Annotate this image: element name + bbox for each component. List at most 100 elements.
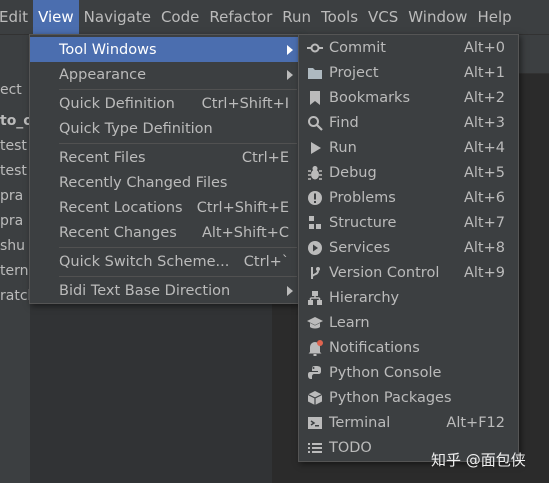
tool-window-hierarchy[interactable]: Hierarchy — [299, 285, 518, 310]
submenu-arrow-icon — [287, 285, 293, 296]
bookmark-icon — [307, 90, 323, 106]
sidebar-line[interactable]: test — [0, 138, 30, 154]
sidebar-line[interactable]: shu — [0, 238, 30, 254]
menu-item-label: Structure — [329, 214, 397, 231]
tool-window-learn[interactable]: Learn — [299, 310, 518, 335]
branch-icon — [307, 265, 323, 281]
hierarchy-icon — [307, 290, 323, 306]
submenu-arrow-icon — [287, 69, 293, 80]
packages-icon — [307, 390, 323, 406]
menu-item-label: Python Console — [329, 364, 442, 381]
sidebar-line[interactable]: ratch — [0, 288, 30, 304]
menu-item-shortcut: Alt+5 — [463, 164, 505, 181]
tool-window-problems[interactable]: Problems Alt+6 — [299, 185, 518, 210]
menu-vcs[interactable]: VCS — [363, 0, 403, 34]
search-icon — [307, 115, 323, 131]
menu-item-recent-locations[interactable]: Recent Locations Ctrl+Shift+E — [30, 195, 298, 220]
submenu-arrow-icon — [287, 44, 293, 55]
menu-item-shortcut: Ctrl+Shift+E — [196, 199, 289, 216]
tool-window-structure[interactable]: Structure Alt+7 — [299, 210, 518, 235]
view-menu-popup: Tool Windows Appearance Quick Definition… — [29, 34, 299, 304]
menu-item-label: Terminal — [329, 414, 391, 431]
menu-item-shortcut: Ctrl+Shift+I — [201, 95, 289, 112]
menu-item-recently-changed-files[interactable]: Recently Changed Files — [30, 170, 298, 195]
menu-separator — [59, 276, 297, 277]
menu-item-label: Debug — [329, 164, 377, 181]
menu-item-bidi-text-base-direction[interactable]: Bidi Text Base Direction — [30, 278, 298, 303]
menu-item-shortcut: Alt+4 — [463, 139, 505, 156]
tool-window-terminal[interactable]: Terminal Alt+F12 — [299, 410, 518, 435]
menu-item-quick-definition[interactable]: Quick Definition Ctrl+Shift+I — [30, 91, 298, 116]
menu-item-shortcut: Alt+7 — [463, 214, 505, 231]
menu-item-shortcut: Alt+F12 — [446, 414, 505, 431]
sidebar-line[interactable]: pra — [0, 213, 30, 229]
menu-window[interactable]: Window — [403, 0, 472, 34]
tool-window-bookmarks[interactable]: Bookmarks Alt+2 — [299, 85, 518, 110]
menu-item-shortcut: Alt+Shift+C — [201, 224, 289, 241]
menu-item-label: Tool Windows — [59, 41, 157, 58]
menu-item-label: Services — [329, 239, 391, 256]
menu-refactor[interactable]: Refactor — [204, 0, 277, 34]
tool-window-run[interactable]: Run Alt+4 — [299, 135, 518, 160]
menu-tools[interactable]: Tools — [316, 0, 363, 34]
menu-help[interactable]: Help — [472, 0, 516, 34]
menu-item-tool-windows[interactable]: Tool Windows — [30, 37, 298, 62]
menu-item-label: Notifications — [329, 339, 420, 356]
menu-code[interactable]: Code — [156, 0, 204, 34]
play-icon — [307, 140, 323, 156]
menu-item-appearance[interactable]: Appearance — [30, 62, 298, 87]
commit-icon — [307, 40, 323, 56]
tool-window-commit[interactable]: Commit Alt+0 — [299, 35, 518, 60]
tool-window-services[interactable]: Services Alt+8 — [299, 235, 518, 260]
menu-item-label: Run — [329, 139, 357, 156]
tool-window-version-control[interactable]: Version Control Alt+9 — [299, 260, 518, 285]
menu-item-shortcut: Alt+8 — [463, 239, 505, 256]
menu-run[interactable]: Run — [277, 0, 316, 34]
tool-windows-submenu: Commit Alt+0 Project Alt+1 Bookmarks Alt… — [298, 34, 519, 462]
menu-item-label: Quick Switch Scheme... — [59, 253, 230, 270]
bell-icon — [307, 340, 323, 356]
tool-window-debug[interactable]: Debug Alt+5 — [299, 160, 518, 185]
services-icon — [307, 240, 323, 256]
tool-window-python-console[interactable]: Python Console — [299, 360, 518, 385]
menu-item-label: Hierarchy — [329, 289, 400, 306]
sidebar-line[interactable]: ect — [0, 82, 30, 98]
menu-item-label: Problems — [329, 189, 396, 206]
menu-item-label: Version Control — [329, 264, 440, 281]
menu-item-recent-files[interactable]: Recent Files Ctrl+E — [30, 145, 298, 170]
list-icon — [307, 440, 323, 456]
menu-item-label: Bookmarks — [329, 89, 411, 106]
tool-window-find[interactable]: Find Alt+3 — [299, 110, 518, 135]
tool-window-notifications[interactable]: Notifications — [299, 335, 518, 360]
menu-item-quick-switch-scheme[interactable]: Quick Switch Scheme... Ctrl+` — [30, 249, 298, 274]
menu-item-label: Recent Changes — [59, 224, 177, 241]
menu-separator — [59, 143, 297, 144]
menu-item-label: Python Packages — [329, 389, 452, 406]
menu-item-recent-changes[interactable]: Recent Changes Alt+Shift+C — [30, 220, 298, 245]
sidebar-line[interactable]: test — [0, 163, 30, 179]
menu-item-label: Bidi Text Base Direction — [59, 282, 231, 299]
menu-navigate[interactable]: Navigate — [79, 0, 156, 34]
menu-item-shortcut: Ctrl+` — [243, 253, 289, 270]
sidebar-line[interactable]: to_o — [0, 113, 30, 129]
menu-item-shortcut: Alt+0 — [463, 39, 505, 56]
sidebar-line[interactable]: pra — [0, 188, 30, 204]
menu-item-label: Find — [329, 114, 359, 131]
menu-item-shortcut: Alt+2 — [463, 89, 505, 106]
menu-item-label: TODO — [329, 439, 372, 456]
folder-icon — [307, 65, 323, 81]
tool-window-python-packages[interactable]: Python Packages — [299, 385, 518, 410]
menu-view[interactable]: View — [33, 0, 79, 34]
menu-item-label: Appearance — [59, 66, 147, 83]
menu-edit[interactable]: Edit — [0, 0, 33, 34]
menu-item-shortcut: Alt+6 — [463, 189, 505, 206]
graduation-cap-icon — [307, 315, 323, 331]
menu-item-quick-type-definition[interactable]: Quick Type Definition — [30, 116, 298, 141]
menu-item-label: Commit — [329, 39, 386, 56]
menu-item-shortcut: Alt+9 — [463, 264, 505, 281]
sidebar-line[interactable]: terna — [0, 263, 30, 279]
tool-window-project[interactable]: Project Alt+1 — [299, 60, 518, 85]
menu-item-label: Recent Locations — [59, 199, 183, 216]
menu-item-shortcut: Alt+3 — [463, 114, 505, 131]
project-sidebar: ect to_o test test pra pra shu terna rat… — [0, 35, 30, 483]
